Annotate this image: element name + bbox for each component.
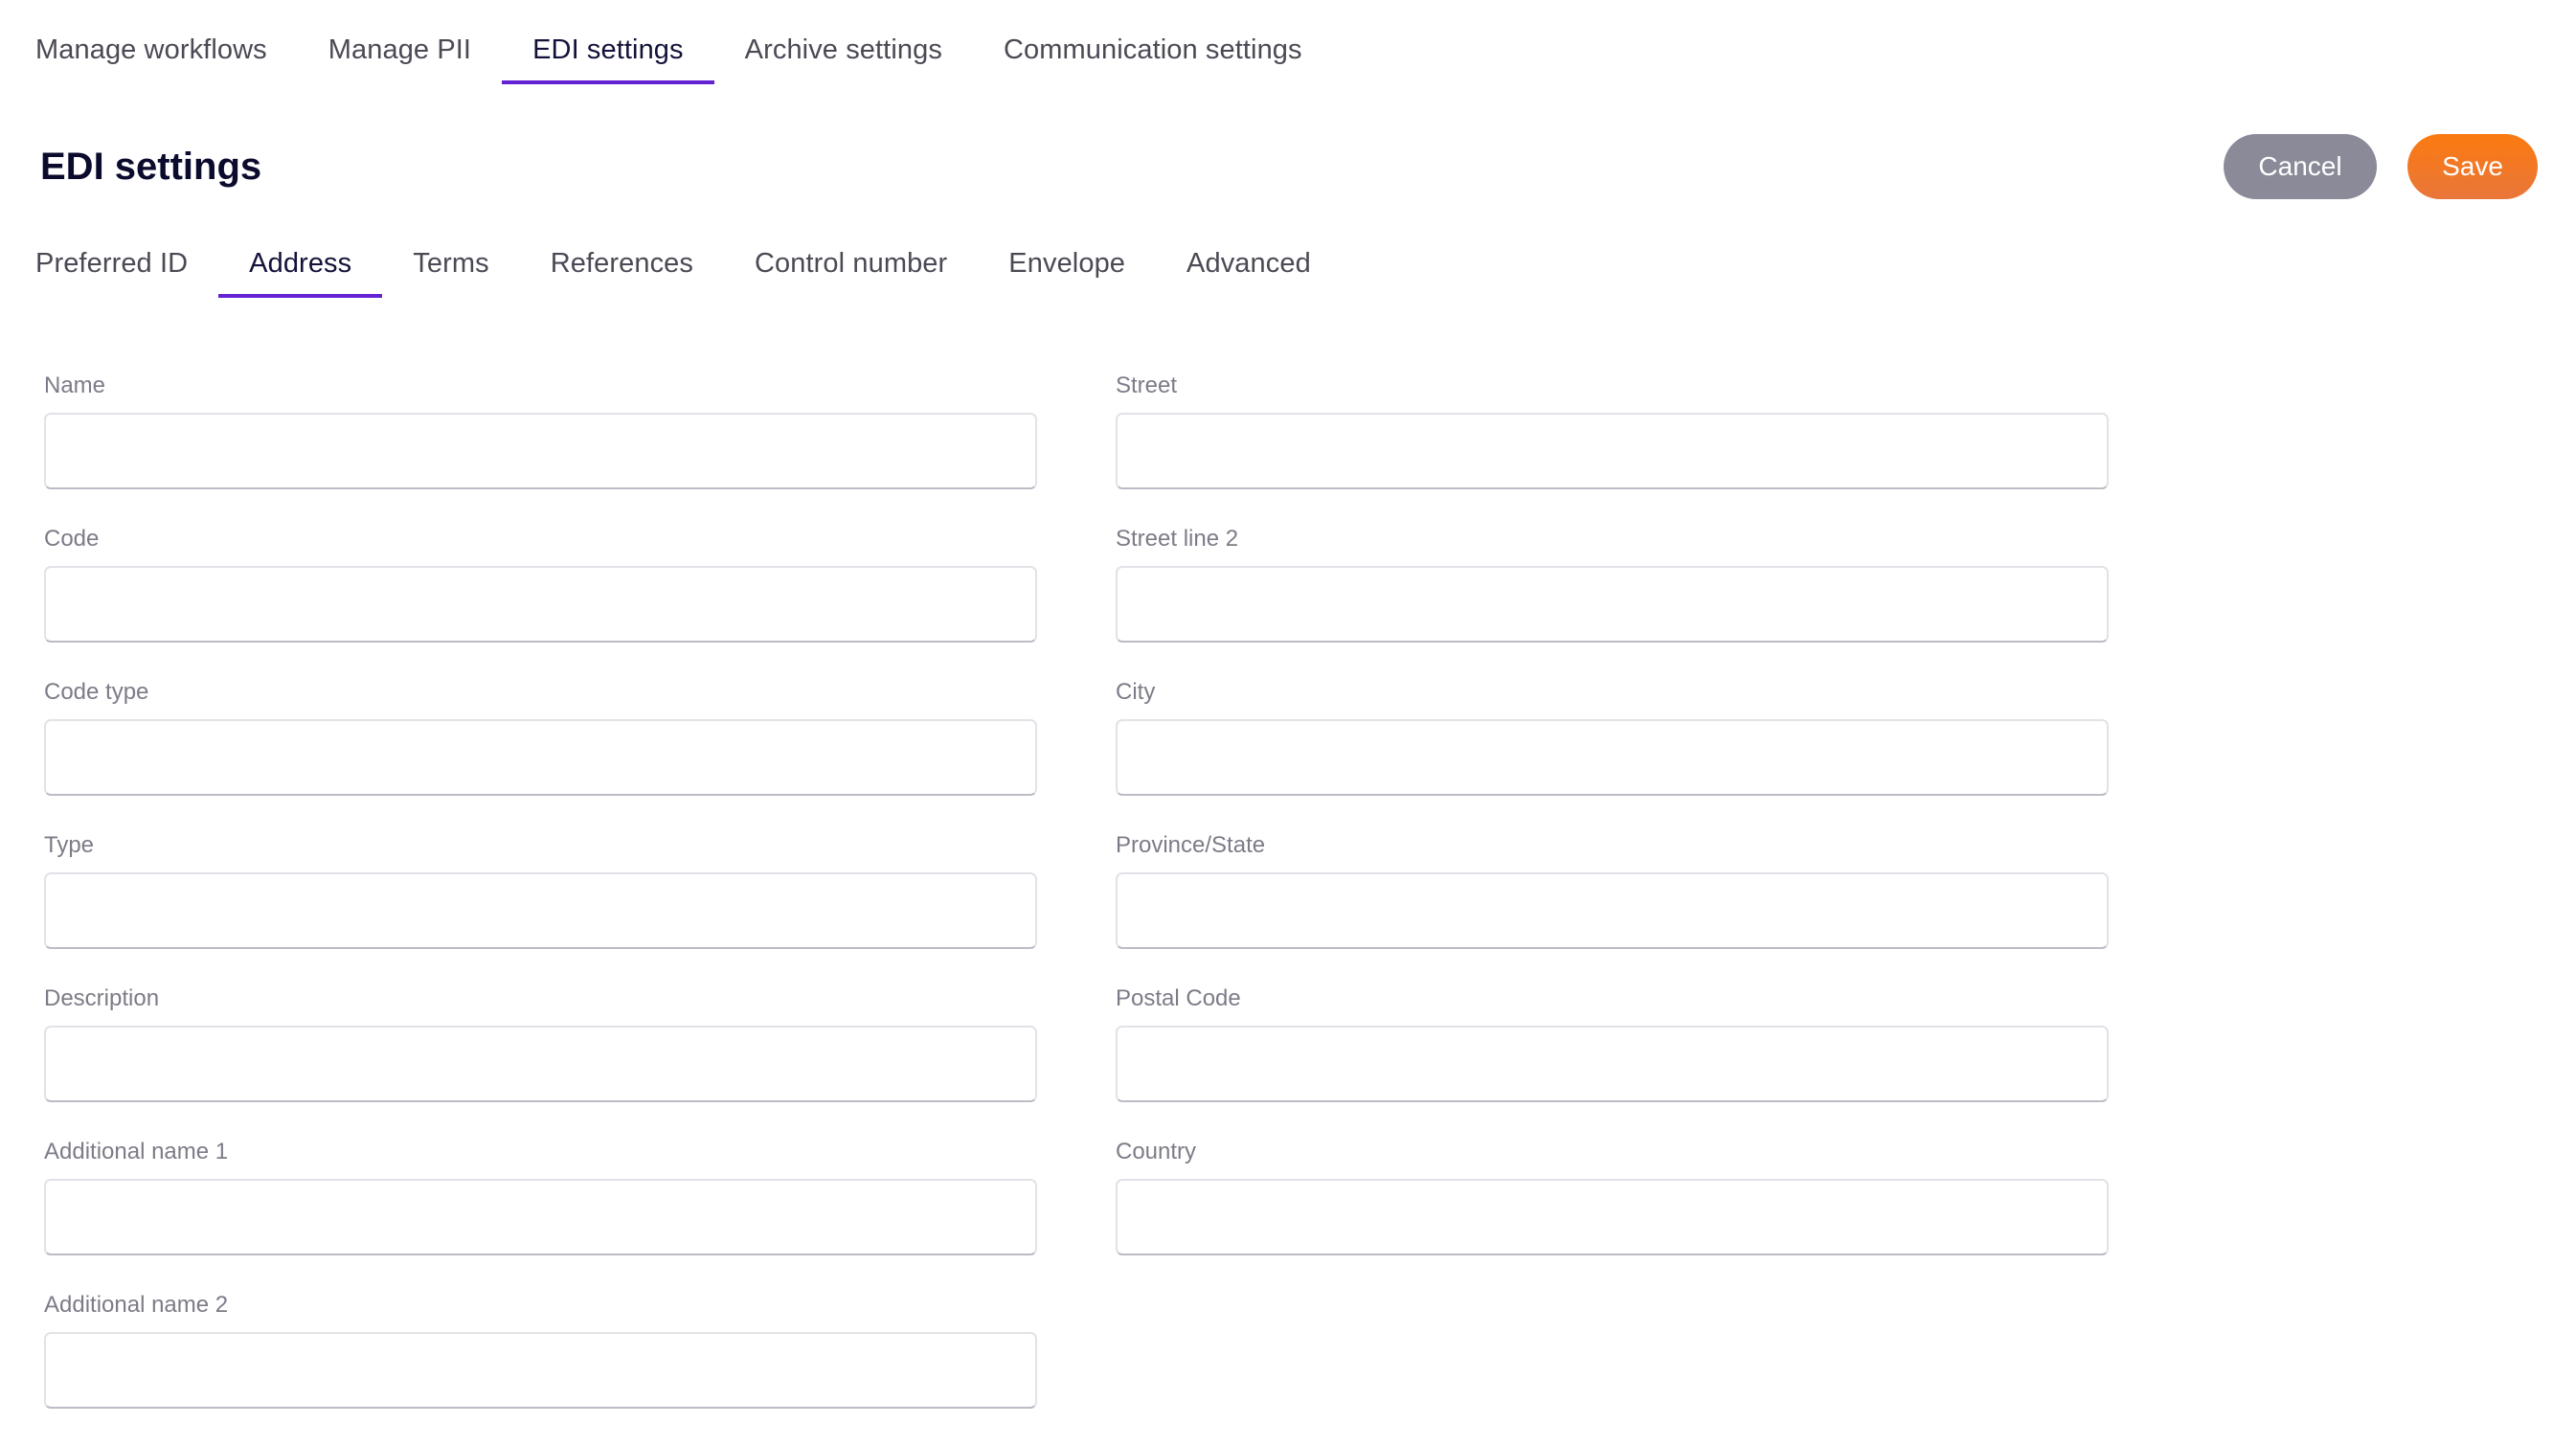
- type-input[interactable]: [44, 872, 1037, 949]
- active-tab-indicator: [218, 294, 383, 298]
- tab-label: Manage workflows: [35, 34, 267, 65]
- page-title: EDI settings: [40, 146, 262, 188]
- tab-label: Control number: [755, 248, 948, 279]
- tab-label: Advanced: [1186, 248, 1311, 279]
- field-postal-code: Postal Code: [1116, 984, 2109, 1138]
- field-city: City: [1116, 678, 2109, 831]
- street-input[interactable]: [1116, 413, 2109, 489]
- field-label: Code type: [44, 679, 149, 705]
- name-input[interactable]: [44, 413, 1037, 489]
- tab-label: Manage PII: [328, 34, 472, 65]
- field-label: City: [1116, 679, 1156, 705]
- field-code-type: Code type: [44, 678, 1037, 831]
- field-name: Name: [44, 372, 1037, 525]
- save-button[interactable]: Save: [2407, 134, 2538, 199]
- field-street: Street: [1116, 372, 2109, 525]
- field-label: Country: [1116, 1139, 1197, 1164]
- province-state-input[interactable]: [1116, 872, 2109, 949]
- country-input[interactable]: [1116, 1179, 2109, 1255]
- field-code: Code: [44, 525, 1037, 678]
- field-label: Additional name 2: [44, 1292, 229, 1318]
- tab-label: Terms: [413, 248, 489, 279]
- field-type: Type: [44, 831, 1037, 984]
- code-input[interactable]: [44, 566, 1037, 643]
- tab-preferred-id[interactable]: Preferred ID: [5, 240, 218, 286]
- tab-address[interactable]: Address: [218, 240, 383, 298]
- tab-label: Envelope: [1008, 248, 1126, 279]
- tab-manage-workflows[interactable]: Manage workflows: [5, 27, 298, 73]
- tab-edi-settings[interactable]: EDI settings: [502, 27, 714, 84]
- tab-communication-settings[interactable]: Communication settings: [973, 27, 1333, 73]
- field-label: Additional name 1: [44, 1139, 229, 1164]
- tab-control-number[interactable]: Control number: [724, 240, 978, 286]
- form-column-right: Street Street line 2 City Province/State…: [1116, 372, 2109, 1291]
- street-line-2-input[interactable]: [1116, 566, 2109, 643]
- active-tab-indicator: [502, 80, 714, 84]
- field-label: Street: [1116, 373, 1178, 398]
- field-label: Type: [44, 832, 95, 858]
- tab-manage-pii[interactable]: Manage PII: [298, 27, 502, 73]
- additional-name-1-input[interactable]: [44, 1179, 1037, 1255]
- city-input[interactable]: [1116, 719, 2109, 796]
- field-additional-name-1: Additional name 1: [44, 1138, 1037, 1291]
- tab-label: Archive settings: [744, 34, 942, 65]
- field-label: Description: [44, 985, 160, 1011]
- postal-code-input[interactable]: [1116, 1026, 2109, 1102]
- tab-label: References: [550, 248, 694, 279]
- field-label: Province/State: [1116, 832, 1266, 858]
- description-input[interactable]: [44, 1026, 1037, 1102]
- field-description: Description: [44, 984, 1037, 1138]
- tab-envelope[interactable]: Envelope: [978, 240, 1156, 286]
- field-country: Country: [1116, 1138, 2109, 1291]
- field-label: Street line 2: [1116, 526, 1239, 552]
- field-province-state: Province/State: [1116, 831, 2109, 984]
- form-column-left: Name Code Code type Type Description Add…: [44, 372, 1037, 1444]
- field-label: Code: [44, 526, 100, 552]
- sub-tab-bar: Preferred ID Address Terms References Co…: [5, 240, 1342, 298]
- field-label: Postal Code: [1116, 985, 1241, 1011]
- code-type-input[interactable]: [44, 719, 1037, 796]
- tab-terms[interactable]: Terms: [382, 240, 519, 286]
- tab-label: Address: [249, 248, 352, 279]
- field-street-line-2: Street line 2: [1116, 525, 2109, 678]
- tab-advanced[interactable]: Advanced: [1156, 240, 1342, 286]
- tab-references[interactable]: References: [520, 240, 724, 286]
- field-additional-name-2: Additional name 2: [44, 1291, 1037, 1444]
- tab-label: EDI settings: [532, 34, 684, 65]
- cancel-button[interactable]: Cancel: [2224, 134, 2377, 199]
- field-label: Name: [44, 373, 106, 398]
- tab-label: Communication settings: [1003, 34, 1302, 65]
- tab-label: Preferred ID: [35, 248, 189, 279]
- tab-archive-settings[interactable]: Archive settings: [714, 27, 973, 73]
- additional-name-2-input[interactable]: [44, 1332, 1037, 1409]
- top-tab-bar: Manage workflows Manage PII EDI settings…: [5, 27, 1333, 84]
